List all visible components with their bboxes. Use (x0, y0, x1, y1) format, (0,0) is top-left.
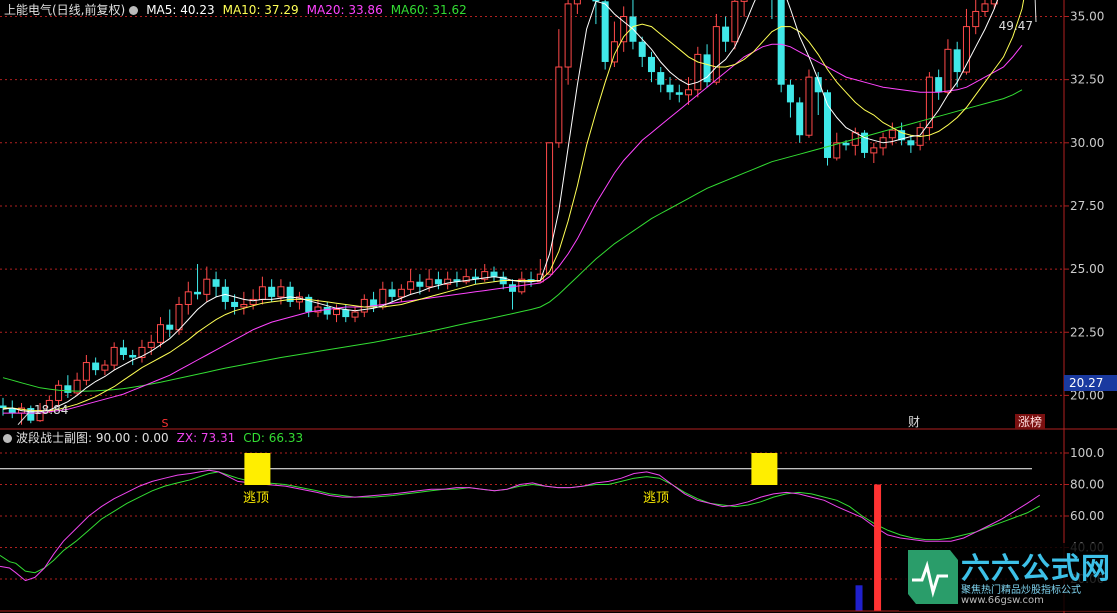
candle-body (231, 301, 239, 307)
candle-body (82, 362, 90, 381)
price-axis-label: 32.50 (1070, 73, 1104, 87)
indicator-axis-label: 100.0 (1070, 446, 1104, 460)
price-axis-label: 30.00 (1070, 136, 1104, 150)
candle-body (490, 271, 498, 277)
pulse-logo-icon (908, 550, 958, 604)
marker-s: S (162, 417, 169, 430)
candle-body (101, 364, 109, 371)
candle-body (425, 278, 433, 288)
signal-bar (874, 484, 882, 611)
candle-body (258, 286, 266, 300)
watermark-logo: 六六公式网 聚焦热门精品炒股指标公式 www.66gsw.com (899, 543, 1117, 611)
candle-body (119, 347, 127, 355)
candle-body (657, 72, 665, 85)
candle-body (842, 142, 850, 146)
candle-body (666, 84, 674, 93)
candle-body (323, 306, 331, 315)
marker-zhangbang: 涨榜 (1018, 414, 1042, 429)
candle-body (434, 279, 442, 285)
zx-line (0, 469, 1041, 582)
candle-body (823, 92, 831, 158)
candle-body (685, 89, 693, 96)
candle-body (888, 129, 896, 139)
indicator-axis-label: 60.00 (1070, 509, 1104, 523)
sub-chart (0, 453, 1041, 611)
candle-body (731, 0, 739, 43)
candle-body (555, 66, 563, 144)
candle-body (147, 341, 155, 348)
grid-lines (0, 16, 1064, 580)
candle-body (573, 0, 581, 5)
price-axis-label: 27.50 (1070, 199, 1104, 213)
candle-body (277, 286, 285, 298)
candle-body (351, 311, 359, 318)
candle-body (675, 92, 683, 95)
low-price-label: 18.84 (34, 403, 68, 417)
ma10-line (3, 0, 1025, 412)
candle-body (194, 291, 202, 295)
price-axis-label: 35.00 (1070, 10, 1104, 24)
candle-body (712, 26, 720, 83)
candle-body (397, 288, 405, 298)
main-chart (0, 0, 1037, 426)
signal-bar (855, 585, 863, 611)
candle-body (175, 303, 183, 331)
candle-body (647, 56, 655, 73)
stock-chart-window: 上能电气(日线,前复权) MA5: 40.23 MA10: 37.29 MA20: 3… (0, 0, 1117, 613)
candle-body (777, 0, 785, 85)
high-price-label: 49.47 (999, 19, 1033, 33)
chart-canvas[interactable]: 45.0042.5040.0037.5035.0032.5030.0027.50… (0, 0, 1117, 613)
ma20-line (3, 43, 1023, 414)
candle-body (564, 3, 572, 68)
candle-body (407, 281, 415, 290)
ma60-line (2, 89, 1023, 392)
candle-body (610, 41, 618, 63)
candle-body (907, 140, 915, 146)
candle-body (64, 385, 72, 393)
candle-body (638, 41, 646, 57)
candle-body (342, 309, 350, 318)
current-price-label: 20.27 (1069, 376, 1103, 390)
candle-body (935, 77, 943, 93)
watermark-slogan: 聚焦热门精品炒股指标公式 (961, 585, 1081, 596)
cd-line (0, 471, 1041, 574)
candle-body (333, 309, 341, 316)
candle-body (240, 303, 248, 308)
escape-top-label-1: 逃顶 (243, 491, 269, 506)
candle-body (212, 279, 220, 287)
watermark-url: www.66gsw.com (961, 595, 1044, 606)
candle-body (416, 281, 424, 287)
candle-body (268, 286, 276, 297)
candle-body (786, 84, 794, 103)
candle-body (870, 147, 878, 154)
candle-body (972, 10, 980, 28)
candle-body (796, 102, 804, 136)
price-axis-label: 25.00 (1070, 262, 1104, 276)
candle-body (601, 1, 609, 62)
candle-body (92, 362, 100, 371)
escape-top-signal (244, 453, 271, 485)
candle-body (509, 284, 517, 292)
price-axis-label: 22.50 (1070, 325, 1104, 339)
candle-body (740, 0, 748, 2)
marker-cai: 财 (908, 415, 920, 429)
candle-body (166, 324, 174, 330)
escape-top-signal (751, 453, 778, 485)
candle-body (805, 76, 813, 136)
candle-body (110, 346, 118, 366)
candle-body (722, 26, 730, 42)
candle-body (953, 49, 961, 73)
candle-body (184, 291, 192, 305)
candle-body (55, 384, 63, 401)
candle-body (156, 324, 164, 343)
indicator-axis-label: 80.00 (1070, 478, 1104, 492)
candle-body (129, 354, 137, 358)
candle-body (388, 289, 396, 297)
candle-body (694, 53, 702, 91)
candle-body (203, 278, 211, 295)
price-axis: 45.0042.5040.0037.5035.0032.5030.0027.50… (1064, 10, 1104, 586)
candle-body (944, 48, 952, 93)
candle-body (981, 3, 989, 12)
escape-top-label-2: 逃顶 (643, 491, 669, 506)
